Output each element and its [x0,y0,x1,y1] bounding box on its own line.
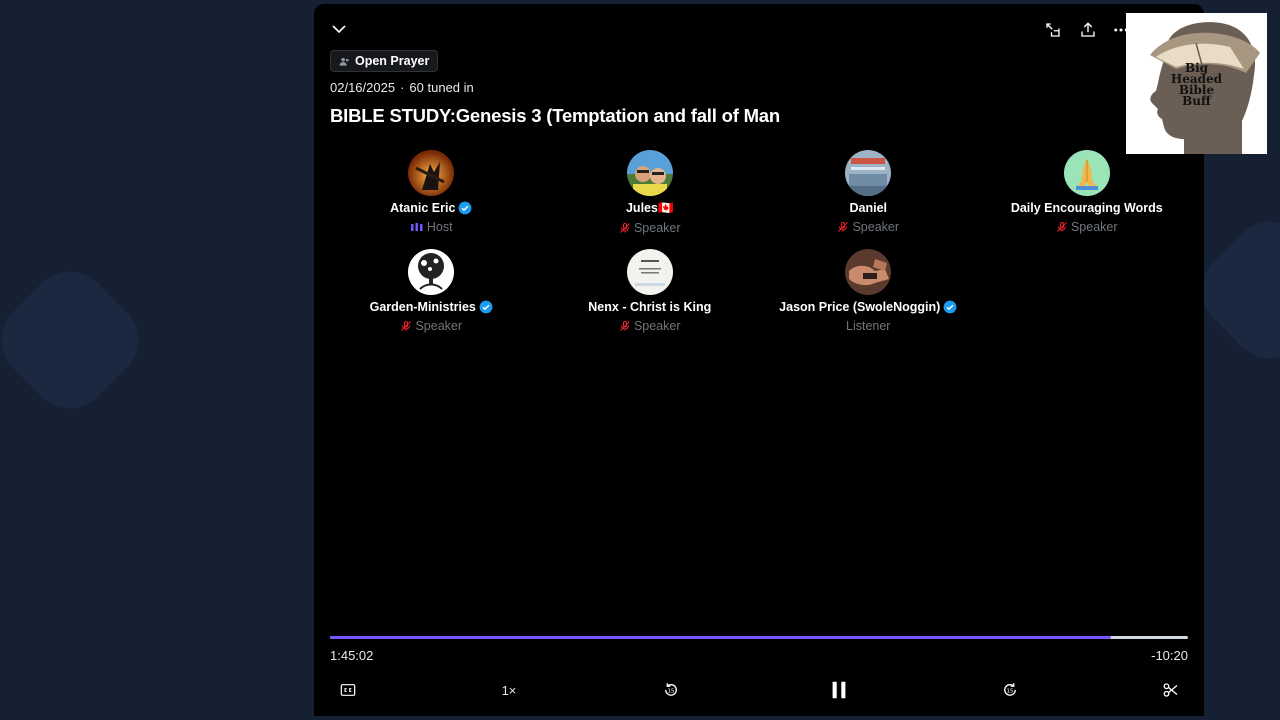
participant-name-row: Jason Price (SwoleNoggin) [779,300,957,314]
avatar [408,150,455,196]
tuned-in-count: 60 tuned in [409,80,474,95]
participant-role-row: Speaker [1056,220,1118,234]
meta-separator: · [400,80,405,95]
participant-role: Host [426,220,453,234]
participant-card[interactable]: Jason Price (SwoleNoggin) Listener [759,249,978,333]
mic-muted-icon [401,321,412,331]
avatar [1063,150,1110,196]
participant-name-row: Daily Encouraging Words [1011,201,1163,215]
participant-card[interactable]: Nenx - Christ is King Speaker [541,249,760,333]
speed-button[interactable]: 1× [496,680,522,700]
verified-badge-icon [479,300,493,314]
participant-role-row: Speaker [400,319,462,333]
participant-name: Garden-Ministries [369,300,476,314]
progress-fill [330,636,1111,639]
share-icon [1081,22,1095,37]
participant-name: Atanic Eric [390,201,456,215]
participant-role-row: Listener [846,319,890,333]
participant-role-row: Speaker [619,221,681,235]
elapsed-time: 1:45:02 [330,648,374,663]
participant-card[interactable]: Daily Encouraging Words Speaker [978,150,1197,235]
progress-bar[interactable] [330,636,1188,639]
logo-wordmark: Big Headed Bible Buff [1126,62,1267,108]
forward-15-icon: 15 [1004,683,1016,696]
chevron-down-icon [332,25,346,34]
participant-role-row: Host [410,220,453,234]
topic-chip[interactable]: Open Prayer [330,50,439,72]
collapse-button[interactable] [328,18,350,40]
forward-button[interactable]: 15 [999,679,1021,701]
participant-role: Speaker [852,220,900,234]
participant-name-row: Daniel [849,201,887,215]
mic-muted-icon [620,223,630,233]
topic-label: Open Prayer [355,54,430,68]
background-diamond [0,255,155,425]
mic-muted-icon [620,321,630,331]
participant-name-row: Garden-Ministries [370,300,493,314]
dock-icon [1046,23,1060,37]
people-icon [339,57,349,66]
avatar [626,249,673,295]
playback-controls: 1× 15 15 [314,674,1204,706]
mic-muted-icon [838,222,849,232]
participant-card[interactable]: Daniel Speaker [759,150,978,235]
participant-role: Speaker [633,221,681,235]
participant-name: Jules🇨🇦 [625,201,674,215]
participant-card[interactable]: Jules🇨🇦 Speaker [541,150,760,235]
top-bar [314,4,1204,54]
share-button[interactable] [1077,19,1099,41]
space-meta: 02/16/2025 · 60 tuned in [330,80,474,95]
clip-button[interactable] [1160,679,1182,701]
space-title: BIBLE STUDY:Genesis 3 (Temptation and fa… [330,105,780,126]
space-date: 02/16/2025 [330,80,396,95]
rewind-15-icon: 15 [665,683,677,696]
verified-badge-icon [458,201,472,215]
svg-text:15: 15 [668,689,675,695]
dock-button[interactable] [1042,19,1064,41]
participant-card[interactable]: Atanic Eric Host [322,150,541,235]
svg-text:15: 15 [1007,689,1014,695]
participant-role: Speaker [633,319,681,333]
remaining-time: -10:20 [1151,648,1188,663]
participant-role: Speaker [1070,220,1118,234]
avatar [626,150,673,196]
captions-button[interactable] [338,680,358,700]
participant-card[interactable]: Garden-Ministries Speaker [322,249,541,333]
participant-name-row: Nenx - Christ is King [588,300,711,314]
participant-name: Daniel [849,201,887,215]
mic-muted-icon [1057,222,1067,232]
participant-role-row: Speaker [619,319,681,333]
participant-name: Jason Price (SwoleNoggin) [779,300,941,314]
channel-logo: Big Headed Bible Buff [1126,13,1267,154]
scissors-icon [1163,683,1178,697]
avatar [845,150,892,196]
verified-badge-icon [943,300,957,314]
avatar [845,249,892,295]
closed-captions-icon [340,684,356,696]
pause-icon [832,681,846,699]
participant-role: Speaker [415,319,463,333]
participant-role-row: Speaker [837,220,899,234]
participant-role: Listener [846,319,891,333]
pause-button[interactable] [826,677,852,703]
speaking-bars-icon [410,223,423,231]
rewind-button[interactable]: 15 [660,679,682,701]
participant-name-row: Jules🇨🇦 [626,201,674,216]
logo-word: Buff [1182,94,1211,108]
participant-grid: Atanic Eric Host Jules🇨🇦 Speaker Daniel Speak… [322,150,1196,333]
space-player: Open Prayer 02/16/2025 · 60 tuned in BIBLE… [314,4,1204,716]
participant-name-row: Atanic Eric [390,201,472,215]
avatar [408,249,455,295]
participant-name: Daily Encouraging Words [1010,201,1163,215]
participant-name: Nenx - Christ is King [588,300,712,314]
